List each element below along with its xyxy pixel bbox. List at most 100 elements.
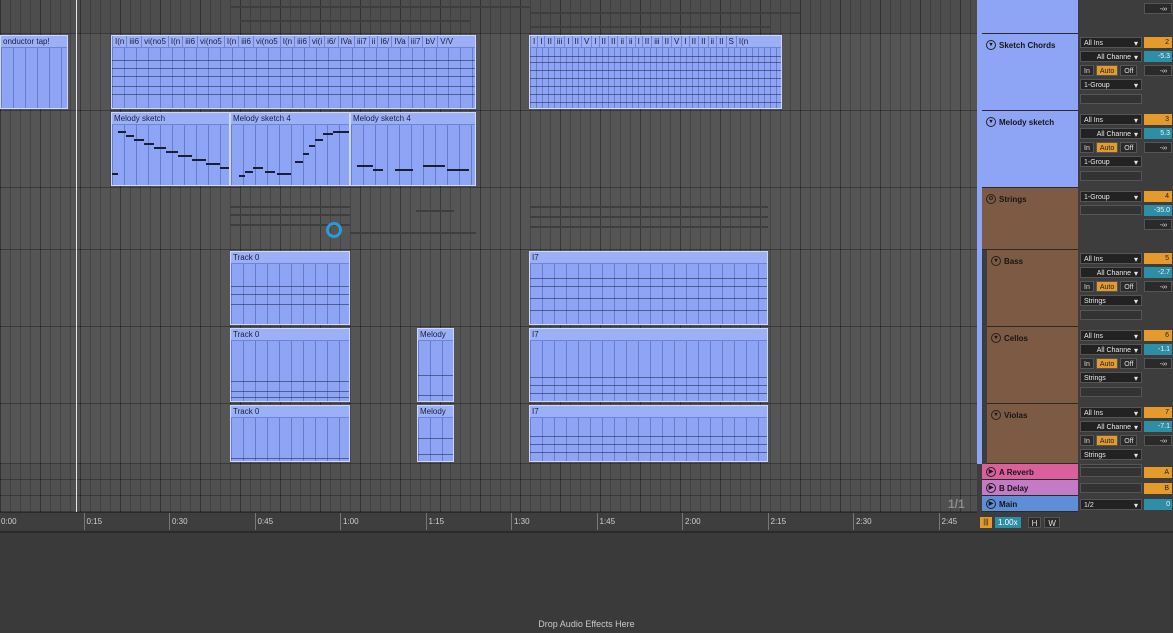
- pan-display[interactable]: -∞: [1144, 142, 1172, 153]
- input-type-select[interactable]: All Ins: [1080, 37, 1142, 48]
- arrangement-view[interactable]: onductor tap! I(n iii6 vi(no5 I(n iii6 vi(no5…: [0, 0, 977, 512]
- track-header-strings[interactable]: ⊙ Strings: [982, 188, 1078, 250]
- volume-display[interactable]: -35.0: [1144, 205, 1172, 216]
- clip-melody-3[interactable]: Melody sketch 4: [350, 112, 476, 186]
- clip-melody-1[interactable]: Melody sketch: [111, 112, 230, 186]
- pan-display[interactable]: -∞: [1144, 219, 1172, 230]
- track-header-cellos[interactable]: ▾ Cellos: [987, 327, 1078, 404]
- track-activator[interactable]: 7: [1144, 407, 1172, 418]
- monitor-auto-button[interactable]: Auto: [1095, 142, 1119, 153]
- monitor-in-button[interactable]: In: [1080, 281, 1094, 292]
- track-title[interactable]: ▶ Main: [986, 499, 1017, 509]
- input-channel-select[interactable]: All Channe: [1080, 344, 1142, 355]
- track-title[interactable]: ▾ Bass: [991, 256, 1023, 266]
- track-title[interactable]: ▾ Sketch Chords: [986, 40, 1055, 50]
- track-header-violas[interactable]: ▾ Violas: [987, 404, 1078, 464]
- clip-cellos-2[interactable]: Melody: [417, 328, 454, 402]
- input-type-select[interactable]: All Ins: [1080, 330, 1142, 341]
- monitor-in-button[interactable]: In: [1080, 142, 1094, 153]
- monitor-off-button[interactable]: Off: [1120, 435, 1138, 446]
- monitor-auto-button[interactable]: Auto: [1095, 435, 1119, 446]
- main-output-select[interactable]: 1/2: [1080, 499, 1142, 510]
- group-track-header[interactable]: [982, 0, 1078, 34]
- output-select[interactable]: Strings: [1080, 449, 1142, 460]
- track-title[interactable]: ▶ A Reverb: [986, 467, 1034, 477]
- monitor-auto-button[interactable]: Auto: [1095, 358, 1119, 369]
- volume-display[interactable]: -5.3: [1144, 51, 1172, 62]
- clip-conductor[interactable]: onductor tap!: [0, 35, 68, 109]
- input-type-select[interactable]: All Ins: [1080, 114, 1142, 125]
- tempo-display[interactable]: 1.00x: [995, 517, 1021, 528]
- monitor-in-button[interactable]: In: [1080, 435, 1094, 446]
- clip-violas-1[interactable]: Track 0: [230, 405, 350, 462]
- output-select[interactable]: Strings: [1080, 295, 1142, 306]
- main-track[interactable]: ▶ Main: [982, 496, 1078, 512]
- track-activator[interactable]: 6: [1144, 330, 1172, 341]
- track-header-melody-sketch[interactable]: ▾ Melody sketch: [982, 111, 1078, 188]
- input-type-select[interactable]: All Ins: [1080, 407, 1142, 418]
- track-activator[interactable]: 4: [1144, 191, 1172, 202]
- pan-display[interactable]: -∞: [1144, 65, 1172, 76]
- volume-display[interactable]: -2.7: [1144, 267, 1172, 278]
- monitor-auto-button[interactable]: Auto: [1095, 65, 1119, 76]
- output-channel-select[interactable]: [1080, 310, 1142, 320]
- track-title[interactable]: ▾ Cellos: [991, 333, 1028, 343]
- track-title[interactable]: ⊙ Strings: [986, 194, 1027, 204]
- track-activator[interactable]: 5: [1144, 253, 1172, 264]
- volume-display[interactable]: -7.1: [1144, 421, 1172, 432]
- w-button[interactable]: W: [1044, 517, 1060, 528]
- clip-chords-2[interactable]: I I II iii I II V I II II ii ii I II iii II V I II II ii II S I…: [529, 35, 782, 109]
- clip-violas-2[interactable]: Melody: [417, 405, 454, 462]
- output-channel-select[interactable]: [1080, 94, 1142, 104]
- return-output-select[interactable]: [1080, 483, 1142, 493]
- input-channel-select[interactable]: All Channe: [1080, 421, 1142, 432]
- return-track-b[interactable]: ▶ B Delay: [982, 480, 1078, 496]
- monitor-in-button[interactable]: In: [1080, 358, 1094, 369]
- monitor-off-button[interactable]: Off: [1120, 358, 1138, 369]
- output-select[interactable]: 1-Group: [1080, 156, 1142, 167]
- fold-icon[interactable]: ⊙: [986, 194, 996, 204]
- tempo-icon[interactable]: |||: [980, 517, 992, 528]
- main-volume-display[interactable]: 0: [1144, 499, 1172, 510]
- input-channel-select[interactable]: All Channe: [1080, 267, 1142, 278]
- track-title[interactable]: ▶ B Delay: [986, 483, 1028, 493]
- pan-display[interactable]: -∞: [1144, 435, 1172, 446]
- output-select[interactable]: 1-Group: [1080, 79, 1142, 90]
- clip-chords-1[interactable]: I(n iii6 vi(no5 I(n iii6 vi(no5 I(n iii6 vi(no5 I…: [111, 35, 476, 109]
- clip-cellos-3[interactable]: I7: [529, 328, 768, 402]
- timeline-ruler[interactable]: 0:00 0:15 0:30 0:45 1:00 1:15 1:30 1:45 2:00 2:15…: [0, 512, 1043, 530]
- track-title[interactable]: ▾ Melody sketch: [986, 117, 1054, 127]
- monitor-off-button[interactable]: Off: [1120, 65, 1138, 76]
- output-channel-select[interactable]: [1080, 205, 1142, 215]
- device-view[interactable]: Drop Audio Effects Here: [0, 531, 1173, 633]
- input-type-select[interactable]: All Ins: [1080, 253, 1142, 264]
- clip-violas-3[interactable]: I7: [529, 405, 768, 462]
- track-header-bass[interactable]: ▾ Bass: [987, 250, 1078, 327]
- fold-icon[interactable]: ▾: [986, 117, 996, 127]
- input-channel-select[interactable]: All Channe: [1080, 128, 1142, 139]
- input-channel-select[interactable]: All Channe: [1080, 51, 1142, 62]
- fold-icon[interactable]: ▾: [991, 333, 1001, 343]
- h-button[interactable]: H: [1027, 517, 1042, 528]
- volume-display[interactable]: 5.3: [1144, 128, 1172, 139]
- clip-melody-2[interactable]: Melody sketch 4: [230, 112, 350, 186]
- track-title[interactable]: ▾ Violas: [991, 410, 1027, 420]
- clip-bass-1[interactable]: Track 0: [230, 251, 350, 325]
- play-icon[interactable]: ▶: [986, 499, 996, 509]
- clip-bass-2[interactable]: I7: [529, 251, 768, 325]
- return-track-a[interactable]: ▶ A Reverb: [982, 464, 1078, 480]
- fold-icon[interactable]: ▾: [991, 256, 1001, 266]
- track-activator[interactable]: 2: [1144, 37, 1172, 48]
- pan-display[interactable]: -∞: [1144, 281, 1172, 292]
- return-output-select[interactable]: [1080, 467, 1142, 477]
- fold-icon[interactable]: ▾: [986, 40, 996, 50]
- return-activator[interactable]: A: [1144, 467, 1172, 478]
- playhead[interactable]: [76, 0, 77, 512]
- output-select[interactable]: 1-Group: [1080, 191, 1142, 202]
- track-activator[interactable]: 3: [1144, 114, 1172, 125]
- play-icon[interactable]: ▶: [986, 483, 996, 493]
- play-icon[interactable]: ▶: [986, 467, 996, 477]
- pan-display[interactable]: -∞: [1144, 358, 1172, 369]
- monitor-auto-button[interactable]: Auto: [1095, 281, 1119, 292]
- output-channel-select[interactable]: [1080, 171, 1142, 181]
